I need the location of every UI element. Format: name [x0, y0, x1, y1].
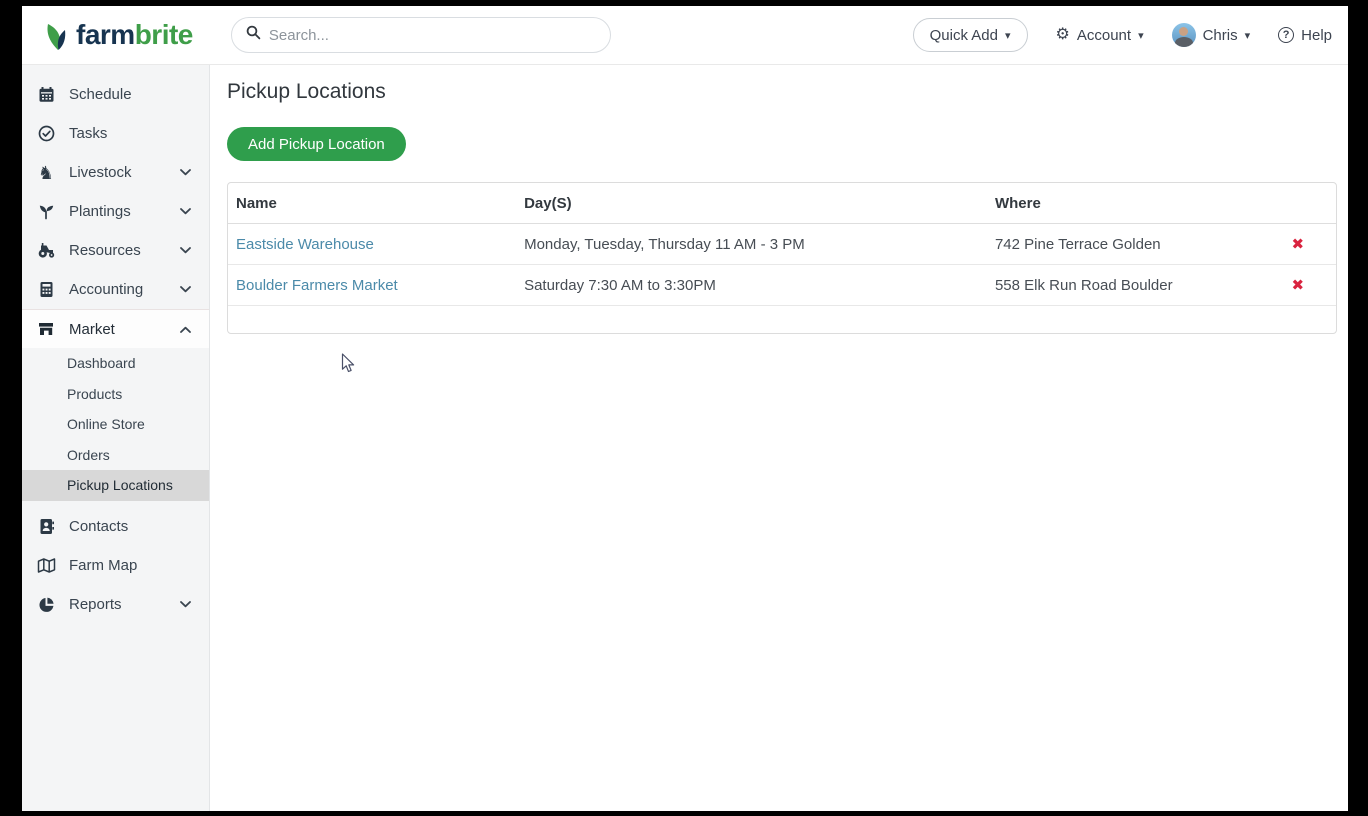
caret-down-icon: ▾: [1138, 29, 1144, 42]
add-pickup-location-button[interactable]: Add Pickup Location: [227, 127, 406, 161]
sidebar-item-reports[interactable]: Reports: [22, 585, 209, 624]
search-icon: [246, 25, 261, 45]
table-row: Eastside Warehouse Monday, Tuesday, Thur…: [228, 223, 1336, 265]
sidebar-subitem-orders[interactable]: Orders: [22, 440, 209, 471]
chevron-up-icon: [180, 326, 191, 333]
chevron-down-icon: [180, 286, 191, 293]
sidebar-subitem-dashboard[interactable]: Dashboard: [22, 348, 209, 379]
chevron-down-icon: [180, 247, 191, 254]
column-header-name: Name: [228, 183, 517, 224]
search-input[interactable]: [268, 26, 596, 44]
leaf-icon: [44, 14, 70, 57]
app-window: farmbrite Quick Add ▾ ⚙ Account ▾: [22, 6, 1348, 811]
sidebar-item-market[interactable]: Market: [22, 309, 209, 348]
table-header-row: Name Day(S) Where: [228, 183, 1336, 224]
quick-add-button[interactable]: Quick Add ▾: [912, 18, 1028, 52]
pickup-location-link[interactable]: Boulder Farmers Market: [236, 277, 398, 294]
help-link[interactable]: ? Help: [1278, 27, 1332, 44]
sidebar-item-livestock[interactable]: ♞ Livestock: [22, 153, 209, 192]
avatar: [1171, 23, 1196, 47]
map-icon: [36, 557, 56, 574]
calculator-icon: [36, 281, 56, 298]
sidebar: Schedule Tasks ♞ Livestock Plantings Res…: [22, 65, 210, 811]
search-box: [230, 17, 611, 53]
pickup-location-link[interactable]: Eastside Warehouse: [236, 236, 374, 253]
sidebar-subitem-products[interactable]: Products: [22, 379, 209, 410]
sidebar-item-plantings[interactable]: Plantings: [22, 192, 209, 231]
account-menu[interactable]: ⚙ Account ▾: [1056, 27, 1144, 44]
caret-down-icon: ▾: [1244, 29, 1251, 42]
page-title: Pickup Locations: [227, 80, 386, 103]
sidebar-item-farm-map[interactable]: Farm Map: [22, 546, 209, 585]
gear-icon: ⚙: [1055, 26, 1070, 43]
sidebar-item-schedule[interactable]: Schedule: [22, 75, 209, 114]
sidebar-item-accounting[interactable]: Accounting: [22, 270, 209, 309]
logo-text: farmbrite: [76, 19, 193, 50]
sidebar-item-tasks[interactable]: Tasks: [22, 114, 209, 153]
pie-chart-icon: [36, 596, 56, 613]
address-book-icon: [36, 518, 56, 535]
chevron-down-icon: [180, 169, 191, 176]
header-right: Quick Add ▾ ⚙ Account ▾ Chris ▾ ? Help: [912, 18, 1332, 52]
help-icon: ?: [1278, 27, 1295, 43]
where-cell: 558 Elk Run Road Boulder: [986, 264, 1270, 306]
column-header-days: Day(S): [516, 183, 987, 224]
pickup-locations-table: Name Day(S) Where Eastside Warehouse Mon…: [227, 182, 1337, 334]
sidebar-subitem-online-store[interactable]: Online Store: [22, 409, 209, 440]
table-row: Boulder Farmers Market Saturday 7:30 AM …: [228, 264, 1336, 306]
chevron-down-icon: [180, 208, 191, 215]
days-cell: Saturday 7:30 AM to 3:30PM: [516, 264, 987, 306]
user-menu[interactable]: Chris ▾: [1171, 23, 1251, 47]
check-circle-icon: [36, 125, 56, 142]
caret-down-icon: ▾: [1004, 29, 1011, 42]
column-header-actions: [1269, 183, 1336, 224]
top-header: farmbrite Quick Add ▾ ⚙ Account ▾: [22, 6, 1348, 65]
where-cell: 742 Pine Terrace Golden: [986, 223, 1270, 265]
sidebar-item-resources[interactable]: Resources: [22, 231, 209, 270]
main-content: Pickup Locations Add Pickup Location Nam…: [211, 65, 1348, 811]
sidebar-item-contacts[interactable]: Contacts: [22, 507, 209, 546]
calendar-icon: [36, 86, 56, 103]
column-header-where: Where: [986, 183, 1270, 224]
table-footer-row: [228, 306, 1336, 333]
tractor-icon: [36, 242, 56, 259]
storefront-icon: [36, 321, 56, 338]
chevron-down-icon: [180, 600, 191, 608]
farmbrite-logo[interactable]: farmbrite: [44, 14, 193, 57]
seedling-icon: [36, 203, 56, 220]
sidebar-subitem-pickup-locations[interactable]: Pickup Locations: [22, 470, 209, 501]
days-cell: Monday, Tuesday, Thursday 11 AM - 3 PM: [516, 223, 987, 265]
horse-icon: ♞: [37, 162, 55, 183]
delete-icon[interactable]: ✖: [1278, 235, 1319, 253]
delete-icon[interactable]: ✖: [1278, 276, 1319, 294]
